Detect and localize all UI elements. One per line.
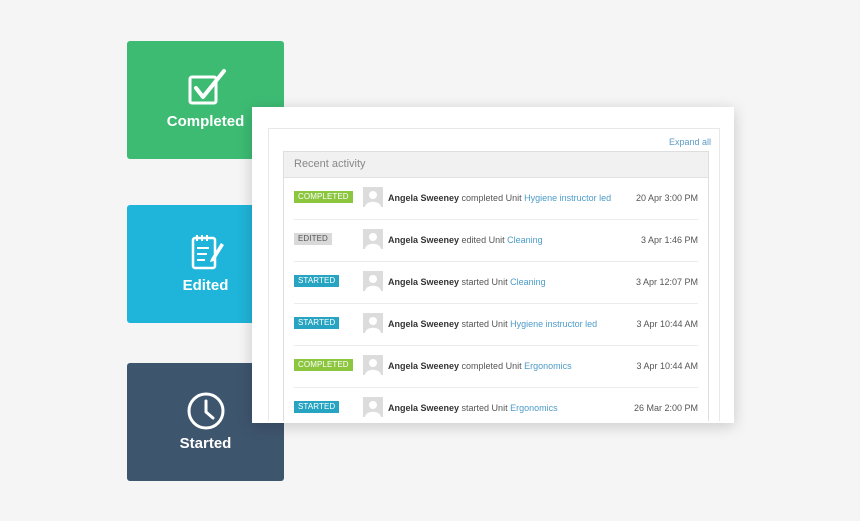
user-name[interactable]: Angela Sweeney — [388, 403, 459, 413]
status-badge: EDITED — [294, 233, 332, 245]
status-badge: STARTED — [294, 401, 340, 413]
activity-action: started Unit — [461, 277, 508, 287]
panel-title: Recent activity — [284, 152, 708, 178]
expand-all-link[interactable]: Expand all — [669, 137, 711, 147]
status-badge: COMPLETED — [294, 191, 353, 203]
activity-date: 3 Apr 10:44 AM — [636, 361, 698, 371]
unit-link[interactable]: Hygiene instructor led — [510, 319, 597, 329]
avatar-icon — [363, 355, 383, 375]
unit-link[interactable]: Ergonomics — [524, 361, 572, 371]
status-badge: STARTED — [294, 275, 340, 287]
activity-widget: Expand all Recent activity COMPLETED Ang… — [268, 128, 720, 421]
unit-link[interactable]: Cleaning — [507, 235, 543, 245]
checkbox-icon — [127, 69, 284, 109]
activity-row: EDITED Angela Sweeney edited Unit Cleani… — [294, 220, 698, 262]
activity-date: 20 Apr 3:00 PM — [635, 193, 698, 203]
activity-text: Angela Sweeney started Unit Hygiene inst… — [388, 319, 597, 329]
activity-card: Expand all Recent activity COMPLETED Ang… — [252, 107, 734, 423]
user-name[interactable]: Angela Sweeney — [388, 193, 459, 203]
activity-date: 3 Apr 1:46 PM — [640, 235, 698, 245]
user-name[interactable]: Angela Sweeney — [388, 361, 459, 371]
avatar-icon — [363, 271, 383, 291]
avatar-icon — [363, 229, 383, 249]
avatar-icon — [363, 313, 383, 333]
user-name[interactable]: Angela Sweeney — [388, 319, 459, 329]
activity-row: COMPLETED Angela Sweeney completed Unit … — [294, 346, 698, 388]
activity-date: 3 Apr 12:07 PM — [635, 277, 698, 287]
user-name[interactable]: Angela Sweeney — [388, 235, 459, 245]
activity-action: completed Unit — [461, 193, 522, 203]
user-name[interactable]: Angela Sweeney — [388, 277, 459, 287]
activity-text: Angela Sweeney completed Unit Hygiene in… — [388, 193, 611, 203]
unit-link[interactable]: Hygiene instructor led — [524, 193, 611, 203]
avatar-icon — [363, 187, 383, 207]
activity-action: edited Unit — [461, 235, 505, 245]
unit-link[interactable]: Cleaning — [510, 277, 546, 287]
activity-list: COMPLETED Angela Sweeney completed Unit … — [284, 178, 708, 421]
activity-text: Angela Sweeney edited Unit Cleaning — [388, 235, 543, 245]
avatar-icon — [363, 397, 383, 417]
status-badge: COMPLETED — [294, 359, 353, 371]
activity-text: Angela Sweeney started Unit Ergonomics — [388, 403, 558, 413]
activity-text: Angela Sweeney started Unit Cleaning — [388, 277, 546, 287]
activity-text: Angela Sweeney completed Unit Ergonomics — [388, 361, 572, 371]
started-tile-label: Started — [179, 435, 232, 452]
activity-date: 3 Apr 10:44 AM — [636, 319, 698, 329]
activity-row: STARTED Angela Sweeney started Unit Hygi… — [294, 304, 698, 346]
activity-row: STARTED Angela Sweeney started Unit Clea… — [294, 262, 698, 304]
activity-date: 26 Mar 2:00 PM — [633, 403, 698, 413]
activity-action: started Unit — [461, 403, 508, 413]
activity-action: started Unit — [461, 319, 508, 329]
status-badge: STARTED — [294, 317, 340, 329]
unit-link[interactable]: Ergonomics — [510, 403, 558, 413]
recent-activity-panel: Recent activity COMPLETED Angela Sweeney… — [283, 151, 709, 421]
activity-action: completed Unit — [461, 361, 522, 371]
activity-row: COMPLETED Angela Sweeney completed Unit … — [294, 178, 698, 220]
activity-row: STARTED Angela Sweeney started Unit Ergo… — [294, 388, 698, 421]
